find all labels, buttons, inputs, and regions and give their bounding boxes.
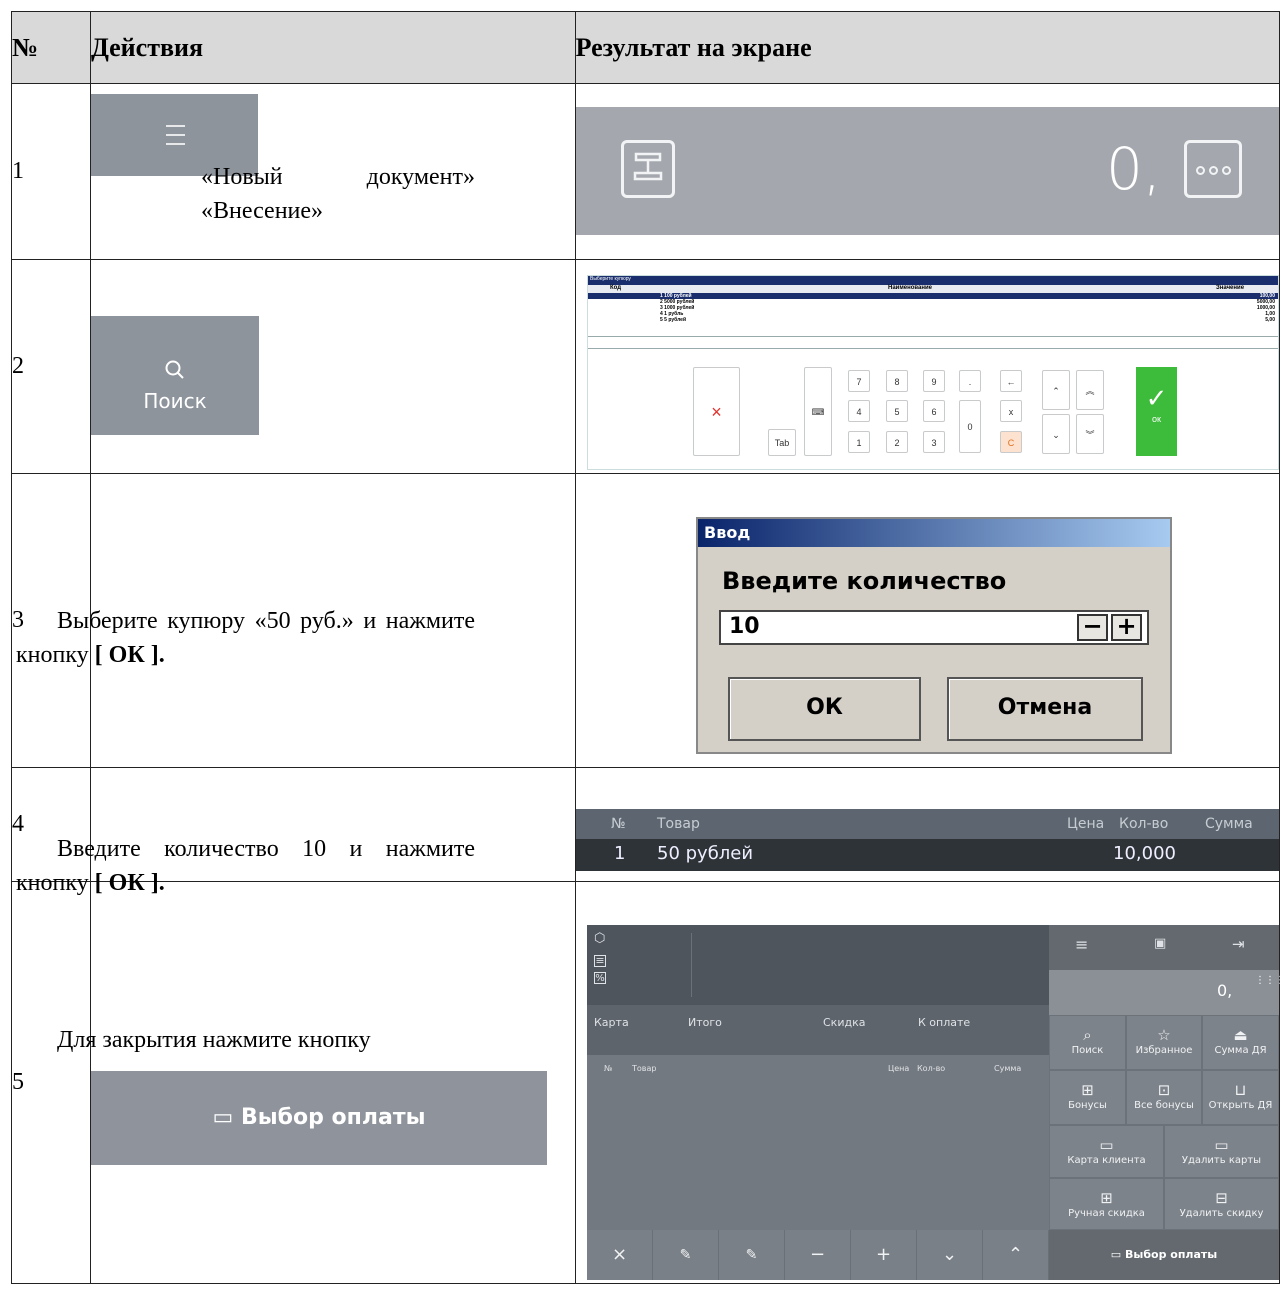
search-button[interactable]: Поиск <box>91 316 259 435</box>
screen-result-1: 0, <box>576 107 1279 235</box>
keyboard-icon[interactable]: ⌨ <box>804 367 832 456</box>
wallet-icon: ▭ <box>212 1105 234 1130</box>
client-card-button[interactable]: ▭ Карта клиента <box>1049 1125 1164 1178</box>
wallet-icon: ▭ <box>1110 1248 1122 1261</box>
dialog-title: Ввод <box>698 519 1170 547</box>
edit-price-icon[interactable]: ✎ <box>653 1230 719 1280</box>
receipt-header: № Товар Цена Кол-во Сумма <box>576 809 1279 839</box>
dialog-prompt: Введите количество <box>722 567 1007 595</box>
plus-icon[interactable]: + <box>851 1230 917 1280</box>
drawer-sum-button[interactable]: ⏏ Сумма ДЯ <box>1202 1015 1279 1070</box>
screen-result-4: № Товар Цена Кол-во Сумма 1 50 рублей 10… <box>576 809 1279 871</box>
discount-add-icon: ⊞ <box>1100 1189 1113 1207</box>
manual-discount-button[interactable]: ⊞ Ручная скидка <box>1049 1178 1164 1230</box>
bonus-list-icon: ⊡ <box>1157 1081 1171 1099</box>
keypad-icon[interactable]: ⋮⋮⋮ <box>1255 976 1280 986</box>
digit-key[interactable]: 1 <box>848 431 870 453</box>
digit-key[interactable]: 7 <box>848 370 870 392</box>
card-add-icon: ▭ <box>1099 1136 1114 1154</box>
search-icon <box>165 360 184 379</box>
star-icon: ☆ <box>1157 1026 1171 1044</box>
open-drawer-button[interactable]: ⊔ Открыть ДЯ <box>1202 1070 1279 1125</box>
ok-button[interactable]: ✓ ок <box>1136 367 1177 456</box>
check-icon: ✓ <box>1145 383 1168 413</box>
row-number: 5 <box>11 881 91 1284</box>
x-key[interactable]: x <box>1000 400 1022 422</box>
bonus-icon: ⊞ <box>1081 1081 1094 1099</box>
delete-cards-button[interactable]: ▭ Удалить карты <box>1164 1125 1279 1178</box>
payment-button[interactable]: ▭ Выбор оплаты <box>91 1071 547 1165</box>
step-text: Введите количество 10 и нажмите кнопку [… <box>16 836 475 896</box>
header-actions: Действия <box>89 11 576 84</box>
row-number: 2 <box>11 259 91 474</box>
screen-result-2: Выберите купюру Код Наименование Значени… <box>587 275 1279 470</box>
list-header: Код Наименование Значение <box>588 285 1278 293</box>
receipt-row[interactable]: 1 50 рублей 10,000 <box>576 839 1279 871</box>
amount-value: 0, <box>1106 135 1162 203</box>
cancel-icon[interactable]: × <box>693 367 740 456</box>
step-text: Выберите купюру «50 руб.» и нажмите кноп… <box>16 608 475 668</box>
chevron-down-icon[interactable]: ⌄ <box>917 1230 983 1280</box>
close-icon[interactable]: × <box>587 1230 653 1280</box>
menu-icon <box>166 125 185 127</box>
minus-button[interactable]: − <box>1077 614 1108 641</box>
more-icon[interactable] <box>1184 140 1242 198</box>
discount-remove-icon: ⊟ <box>1215 1189 1228 1207</box>
header-result: Результат на экране <box>574 11 1280 84</box>
bonuses-button[interactable]: ⊞ Бонусы <box>1049 1070 1126 1125</box>
menu-icon[interactable]: ≡ <box>1075 935 1088 954</box>
clear-key[interactable]: C <box>1000 431 1022 453</box>
chevron-up-icon[interactable]: ⌃ <box>983 1230 1049 1280</box>
digit-key[interactable]: 6 <box>923 400 945 422</box>
edit-quantity-icon[interactable]: ✎ <box>719 1230 785 1280</box>
delete-discount-button[interactable]: ⊟ Удалить скидку <box>1164 1178 1279 1230</box>
document-icon[interactable]: ▣ <box>1154 936 1166 951</box>
logout-icon[interactable]: ⇥ <box>1232 935 1245 953</box>
tag-icon: ⬡ <box>594 931 606 946</box>
amount-value: 0, <box>1217 981 1233 1000</box>
scale-icon <box>621 140 675 198</box>
page-up-icon[interactable]: ︽ <box>1076 370 1104 410</box>
screen-result-5: ⬡ ≡ % Карта Итого Скидка К оплате № Това… <box>587 925 1280 1280</box>
ok-button[interactable]: ОК <box>728 677 921 741</box>
list-icon: ≡ <box>594 954 606 967</box>
search-icon: ⌕ <box>1083 1026 1092 1044</box>
digit-key[interactable]: 9 <box>923 370 945 392</box>
digit-key[interactable]: 2 <box>886 431 908 453</box>
minus-icon[interactable]: − <box>785 1230 851 1280</box>
header-num: № <box>11 11 91 84</box>
digit-key[interactable]: 3 <box>923 431 945 453</box>
backspace-icon[interactable]: ← <box>1000 370 1022 392</box>
digit-key[interactable]: 8 <box>886 370 908 392</box>
payment-button[interactable]: ▭ Выбор оплаты <box>1049 1230 1279 1280</box>
zero-key[interactable]: 0 <box>959 400 981 453</box>
drawer-icon: ⏏ <box>1233 1026 1248 1044</box>
step-text: Для закрытия нажмите кнопку <box>57 1027 371 1053</box>
window-title: Выберите купюру <box>588 276 1278 285</box>
dot-key[interactable]: . <box>959 370 981 392</box>
tab-key[interactable]: Tab <box>768 429 796 456</box>
favorites-button[interactable]: ☆ Избранное <box>1126 1015 1202 1070</box>
header-row: № Действия Результат на экране <box>11 11 1280 84</box>
cancel-button[interactable]: Отмена <box>947 677 1143 741</box>
plus-button[interactable]: + <box>1111 614 1142 641</box>
arrow-down-icon[interactable]: ⌄ <box>1042 414 1070 454</box>
search-label: Поиск <box>143 389 207 413</box>
page-down-icon[interactable]: ︾ <box>1076 414 1104 454</box>
list-item[interactable]: 5 5 рублей 5,00 <box>588 317 1278 323</box>
drawer-open-icon: ⊔ <box>1234 1081 1247 1099</box>
digit-key[interactable]: 5 <box>886 400 908 422</box>
step-text: «Новый документ» «Внесение» <box>201 164 475 224</box>
arrow-up-icon[interactable]: ⌃ <box>1042 370 1070 410</box>
percent-icon: % <box>594 972 606 984</box>
card-remove-icon: ▭ <box>1214 1136 1229 1154</box>
all-bonuses-button[interactable]: ⊡ Все бонусы <box>1126 1070 1202 1125</box>
digit-key[interactable]: 4 <box>848 400 870 422</box>
quantity-input[interactable]: 10 − + <box>719 610 1149 645</box>
search-button[interactable]: ⌕ Поиск <box>1049 1015 1126 1070</box>
input-dialog: Ввод Введите количество 10 − + ОК Отмена <box>696 517 1172 754</box>
